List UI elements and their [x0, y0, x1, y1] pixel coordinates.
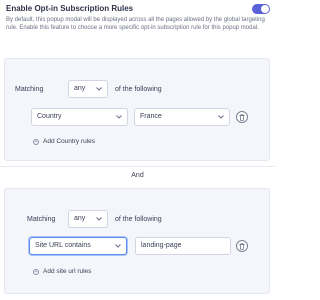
header-title: Enable Opt-in Subscription Rules: [6, 4, 134, 13]
and-connector: And: [131, 172, 144, 179]
plus-circle-icon: +: [33, 269, 39, 275]
matching-label: Matching: [15, 86, 44, 93]
rule-group-site-url: Matching any of the following Site URL c…: [4, 188, 270, 294]
add-site-url-rules-link[interactable]: Add site url rules: [43, 268, 91, 275]
rule-group-country: Matching any of the following Country Fr…: [4, 58, 270, 161]
rule-value-select[interactable]: France: [134, 108, 230, 126]
enable-rules-toggle[interactable]: [252, 4, 270, 14]
matching-label: Matching: [27, 216, 56, 223]
delete-rule-button[interactable]: [236, 111, 248, 123]
delete-rule-button[interactable]: [236, 240, 248, 252]
rule-value: France: [140, 113, 162, 120]
plus-circle-icon: +: [33, 139, 39, 145]
divider: [0, 166, 275, 167]
matching-select[interactable]: any: [68, 210, 108, 228]
matching-select-value: any: [74, 85, 86, 92]
add-country-rules-link[interactable]: Add Country rules: [43, 138, 95, 145]
rule-value: landing-page: [141, 242, 182, 249]
chevron-down-icon: [115, 244, 121, 248]
rule-field-value: Country: [37, 113, 62, 120]
description: By default, this popup modal will be dis…: [6, 17, 265, 32]
rule-value-input[interactable]: landing-page: [135, 237, 231, 255]
following-label: of the following: [115, 86, 162, 93]
trash-icon: [239, 114, 245, 121]
toggle-knob: [261, 5, 269, 13]
matching-select-value: any: [74, 215, 86, 222]
rule-field-select[interactable]: Country: [31, 108, 128, 126]
chevron-down-icon: [116, 115, 122, 119]
following-label: of the following: [115, 216, 162, 223]
chevron-down-icon: [96, 87, 102, 91]
matching-select[interactable]: any: [68, 80, 108, 98]
chevron-down-icon: [96, 217, 102, 221]
trash-icon: [239, 243, 245, 250]
chevron-down-icon: [218, 115, 224, 119]
rule-field-value: Site URL contains: [35, 242, 91, 249]
rule-field-select[interactable]: Site URL contains: [29, 237, 127, 255]
